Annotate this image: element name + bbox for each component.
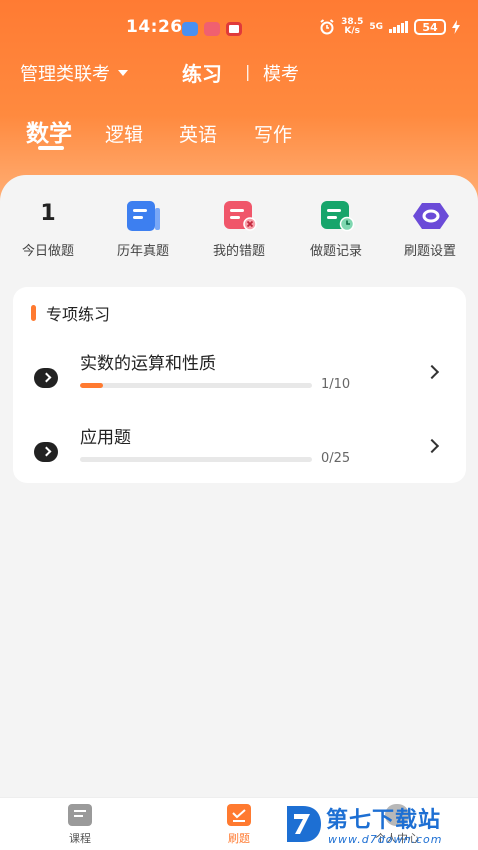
wrong-questions-button[interactable]: 我的错题 xyxy=(201,200,277,260)
today-practice-label: 今日做题 xyxy=(21,244,74,259)
active-tab-indicator xyxy=(38,146,64,150)
tab-mock-exam[interactable]: 模考 xyxy=(263,60,299,86)
notification-app-icon xyxy=(182,22,198,36)
subject-tab-writing[interactable]: 写作 xyxy=(254,120,292,147)
subject-tab-math[interactable]: 数学 xyxy=(26,114,72,148)
subject-tab-logic[interactable]: 逻辑 xyxy=(105,120,143,147)
exam-type-label: 管理类联考 xyxy=(20,64,110,85)
book-icon xyxy=(68,804,92,826)
chevron-right-icon[interactable] xyxy=(424,364,440,380)
past-papers-label: 历年真题 xyxy=(116,244,169,259)
special-practice-card: 专项练习 实数的运算和性质 1/10 应用题 0/25 xyxy=(13,287,466,483)
nav-divider: | xyxy=(245,62,251,81)
today-practice-button[interactable]: 1 今日做题 xyxy=(10,200,86,260)
progress-count: 0/25 xyxy=(321,451,351,466)
tab-practice-bottom[interactable]: 刷题 xyxy=(204,804,274,846)
record-clock-icon xyxy=(319,200,355,232)
status-time: 14:26 xyxy=(126,17,183,37)
notification-app-icon xyxy=(226,22,242,36)
subject-tab-english[interactable]: 英语 xyxy=(179,120,217,147)
wrong-question-icon xyxy=(222,200,257,232)
practice-records-button[interactable]: 做题记录 xyxy=(296,200,376,260)
watermark-url: www.d7down.com xyxy=(328,833,443,846)
wrong-questions-label: 我的错题 xyxy=(212,244,265,259)
alarm-icon xyxy=(320,19,334,35)
network-type: 5G xyxy=(369,22,383,32)
watermark-logo: 第七下载站 www.d7down.com xyxy=(282,800,478,850)
list-item[interactable]: 实数的运算和性质 1/10 xyxy=(13,343,466,403)
signal-icon xyxy=(389,21,408,33)
practice-settings-button[interactable]: 刷题设置 xyxy=(392,200,468,260)
tab-course[interactable]: 课程 xyxy=(45,804,115,846)
charging-icon xyxy=(452,20,460,34)
top-nav: 管理类联考 练习 | 模考 xyxy=(20,58,460,88)
document-icon xyxy=(126,200,160,232)
settings-hexagon-icon xyxy=(413,200,449,232)
tab-practice[interactable]: 练习 xyxy=(182,58,222,87)
progress-count: 1/10 xyxy=(321,377,351,392)
network-speed: 38.5 K/s xyxy=(341,17,364,36)
progress-fill xyxy=(80,383,104,388)
notification-app-icon xyxy=(204,22,220,36)
practice-check-icon xyxy=(227,804,251,826)
section-accent-bar xyxy=(31,305,36,321)
tab-course-label: 课程 xyxy=(69,832,91,845)
practice-settings-label: 刷题设置 xyxy=(403,244,456,259)
chevron-down-icon xyxy=(118,70,128,76)
progress-bar xyxy=(80,383,312,388)
content-panel xyxy=(0,175,478,815)
topic-name: 实数的运算和性质 xyxy=(80,354,216,374)
d7-logo-icon xyxy=(287,806,321,842)
battery-icon: 54 xyxy=(414,19,446,35)
watermark-title: 第七下载站 xyxy=(326,808,442,833)
section-title: 专项练习 xyxy=(31,301,110,325)
expand-icon[interactable] xyxy=(34,442,58,462)
practice-records-label: 做题记录 xyxy=(309,244,362,259)
exam-type-dropdown[interactable]: 管理类联考 xyxy=(20,60,128,86)
list-item[interactable]: 应用题 0/25 xyxy=(13,417,466,477)
status-bar: 14:26 38.5 K/s 5G 54 xyxy=(0,14,478,44)
topic-name: 应用题 xyxy=(80,428,131,448)
today-count: 1 xyxy=(40,201,56,226)
tab-practice-label: 刷题 xyxy=(228,832,250,845)
past-papers-button[interactable]: 历年真题 xyxy=(105,200,181,260)
progress-bar xyxy=(80,457,312,462)
chevron-right-icon[interactable] xyxy=(424,438,440,454)
expand-icon[interactable] xyxy=(34,368,58,388)
